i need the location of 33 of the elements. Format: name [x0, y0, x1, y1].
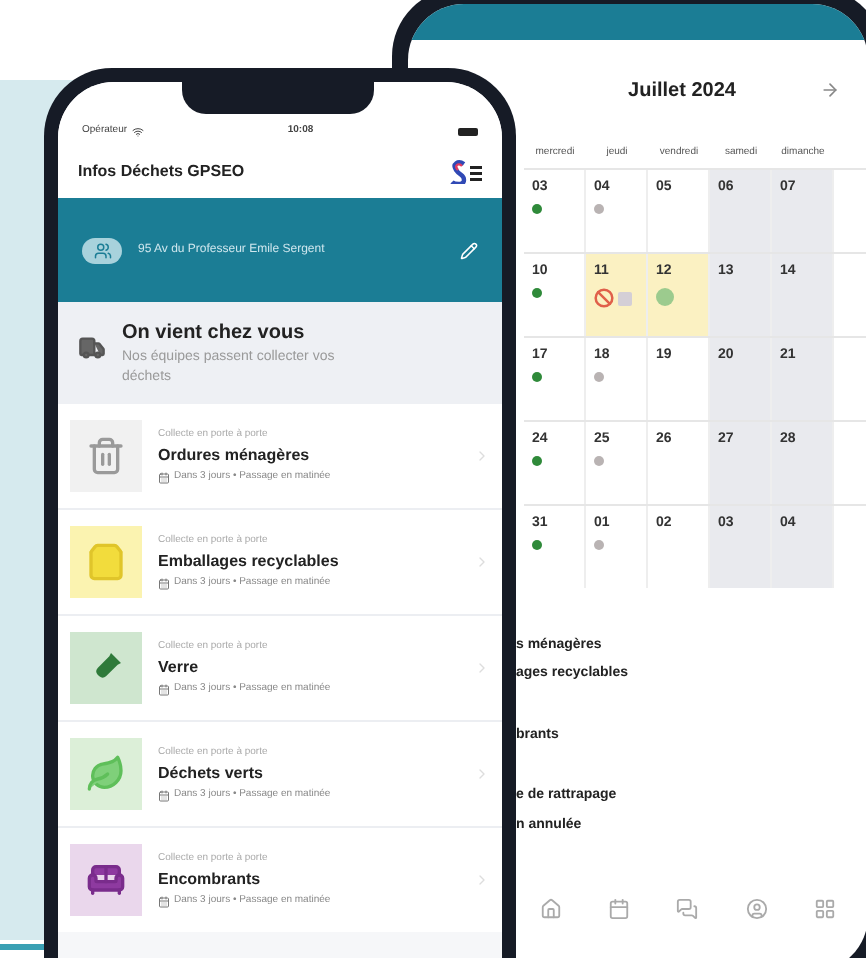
home-icon[interactable]	[539, 898, 562, 920]
people-icon	[82, 237, 122, 263]
collection-name: Encombrants	[158, 868, 263, 892]
notice-title: On vient chez vous	[122, 320, 307, 348]
calendar-icon	[158, 683, 170, 696]
collection-name: Déchets verts	[158, 762, 265, 786]
truck-icon	[78, 334, 106, 362]
calendar-icon	[158, 577, 170, 590]
collection-name: Emballages recyclables	[158, 550, 341, 574]
chevron-icon	[474, 872, 490, 888]
chevron-icon	[474, 660, 490, 676]
next-arrow-icon[interactable]	[820, 80, 840, 100]
calendar-icon[interactable]	[608, 898, 631, 920]
calendar-icon	[158, 471, 170, 484]
collection-name: Verre	[158, 656, 201, 680]
sofa-icon	[86, 860, 126, 900]
messages-icon[interactable]	[676, 898, 699, 920]
wifi-icon	[131, 126, 144, 138]
grid-icon[interactable]	[814, 898, 837, 920]
chevron-icon	[474, 448, 490, 464]
collection-name: Ordures ménagères	[158, 444, 312, 468]
leaf-icon	[86, 754, 126, 794]
logo-icon	[450, 160, 482, 184]
trash-bin-icon	[86, 436, 126, 476]
chevron-icon	[474, 766, 490, 782]
user-icon[interactable]	[745, 898, 768, 920]
calendar-icon	[158, 895, 170, 908]
battery-icon	[458, 128, 478, 136]
month-title: Juillet 2024	[626, 77, 738, 105]
calendar-icon	[158, 789, 170, 802]
edit-icon[interactable]	[460, 241, 478, 259]
chevron-icon	[474, 554, 490, 570]
app-title: Infos Déchets GPSEO	[78, 160, 245, 184]
